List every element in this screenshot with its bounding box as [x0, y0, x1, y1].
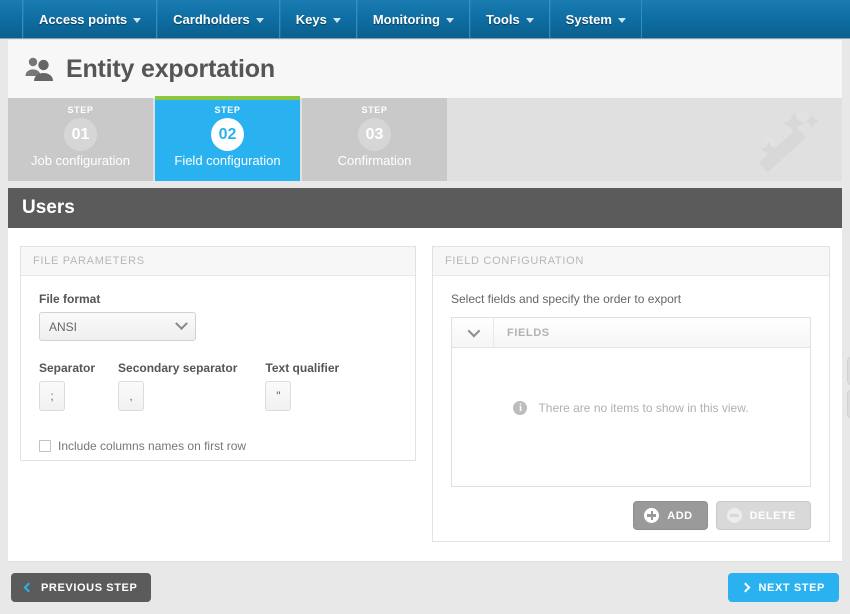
- delete-button-label: DELETE: [749, 509, 796, 522]
- nav-item-keys[interactable]: Keys: [279, 0, 357, 38]
- chevron-down-icon: [525, 17, 534, 23]
- previous-step-label: PREVIOUS STEP: [41, 581, 138, 594]
- nav-empty-space: [642, 0, 850, 38]
- nav-item-access-points[interactable]: Access points: [23, 0, 158, 38]
- text-qualifier-group: Text qualifier: [265, 361, 339, 411]
- file-parameters-panel: FILE PARAMETERS File format ANSI Separat…: [20, 246, 416, 461]
- plus-circle-icon: [644, 508, 660, 523]
- nav-item-tools[interactable]: Tools: [469, 0, 550, 38]
- text-qualifier-label: Text qualifier: [265, 361, 340, 375]
- step-name: Confirmation: [337, 153, 412, 168]
- step-label: STEP: [214, 105, 241, 115]
- nav-item-label: Monitoring: [372, 11, 440, 27]
- field-configuration-body: Select fields and specify the order to e…: [433, 276, 850, 546]
- section-header: Users: [8, 188, 842, 228]
- wizard-step-02[interactable]: STEP 02 Field configuration: [155, 96, 302, 181]
- include-columns-label: Include columns names on first row: [58, 439, 247, 453]
- wizard-step-03[interactable]: STEP 03 Confirmation: [302, 98, 449, 181]
- file-format-value: ANSI: [49, 319, 78, 334]
- chevron-down-icon: [332, 17, 341, 23]
- main-navigation: Access points Cardholders Keys Monitorin…: [0, 0, 850, 39]
- nav-item-system[interactable]: System: [549, 0, 642, 38]
- previous-step-button[interactable]: PREVIOUS STEP: [11, 573, 152, 602]
- wizard-step-01[interactable]: STEP 01 Job configuration: [8, 98, 155, 181]
- file-format-label: File format: [39, 292, 101, 306]
- include-columns-checkbox[interactable]: [39, 440, 51, 452]
- fields-grid: FIELDS i There are no items to show in t…: [451, 317, 811, 487]
- chevron-down-icon: [133, 17, 142, 23]
- file-parameters-panel-title: FILE PARAMETERS: [21, 247, 415, 276]
- nav-item-cardholders[interactable]: Cardholders: [157, 0, 280, 38]
- chevron-down-icon: [617, 17, 626, 23]
- file-parameters-body: File format ANSI Separator Secondary sep…: [21, 276, 415, 469]
- nav-left-edge: [0, 0, 23, 38]
- step-label: STEP: [67, 105, 94, 115]
- chevron-down-icon: [255, 17, 264, 23]
- field-configuration-panel: FIELD CONFIGURATION Select fields and sp…: [432, 246, 850, 542]
- separator-input[interactable]: [39, 381, 65, 411]
- step-number: 02: [211, 118, 244, 151]
- field-configuration-panel-title: FIELD CONFIGURATION: [433, 247, 829, 276]
- secondary-separator-group: Secondary separator: [118, 361, 237, 411]
- nav-item-monitoring[interactable]: Monitoring: [356, 0, 470, 38]
- wizard-decoration: [449, 98, 842, 181]
- page-title: Entity exportation: [66, 54, 275, 83]
- chevron-left-icon: [23, 582, 34, 593]
- magic-wand-icon: [759, 109, 819, 172]
- add-button-label: ADD: [667, 509, 693, 522]
- empty-message: There are no items to show in this view.: [538, 401, 749, 415]
- minus-circle-icon: [726, 508, 742, 523]
- nav-item-label: Tools: [485, 11, 520, 27]
- add-button[interactable]: ADD: [633, 501, 708, 530]
- chevron-down-icon: [175, 317, 188, 331]
- delete-button: DELETE: [715, 501, 811, 530]
- section-title: Users: [22, 197, 75, 218]
- step-label: STEP: [361, 105, 388, 115]
- include-columns-row[interactable]: Include columns names on first row: [39, 439, 397, 453]
- chevron-down-icon: [445, 17, 454, 23]
- wizard-footer: PREVIOUS STEP NEXT STEP: [0, 563, 850, 614]
- step-name: Job configuration: [30, 153, 130, 168]
- wizard-steps: STEP 01 Job configuration STEP 02 Field …: [8, 96, 842, 181]
- nav-item-label: Keys: [295, 11, 327, 27]
- chevron-right-icon: [741, 582, 751, 593]
- step-name: Field configuration: [174, 153, 281, 168]
- main-content: FILE PARAMETERS File format ANSI Separat…: [8, 228, 850, 562]
- nav-item-label: Access points: [39, 11, 128, 27]
- page-header: Entity exportation: [8, 40, 842, 98]
- secondary-separator-input[interactable]: [118, 381, 145, 411]
- secondary-separator-label: Secondary separator: [118, 361, 238, 375]
- fields-grid-empty-state: i There are no items to show in this vie…: [452, 330, 810, 486]
- nav-item-label: Cardholders: [173, 11, 250, 27]
- users-icon: [25, 57, 53, 81]
- field-configuration-hint: Select fields and specify the order to e…: [451, 292, 682, 306]
- step-number: 03: [358, 118, 391, 151]
- separator-group: Separator: [39, 361, 95, 411]
- separator-label: Separator: [39, 361, 96, 375]
- next-step-button[interactable]: NEXT STEP: [728, 573, 839, 602]
- info-icon: i: [513, 401, 528, 415]
- next-step-label: NEXT STEP: [758, 581, 825, 594]
- text-qualifier-input[interactable]: [265, 381, 292, 411]
- separator-row: Separator Secondary separator Text quali…: [39, 361, 397, 411]
- file-format-select[interactable]: ANSI: [39, 312, 196, 341]
- step-number: 01: [64, 118, 97, 151]
- nav-item-label: System: [565, 11, 612, 27]
- grid-action-buttons: ADD DELETE: [451, 501, 811, 530]
